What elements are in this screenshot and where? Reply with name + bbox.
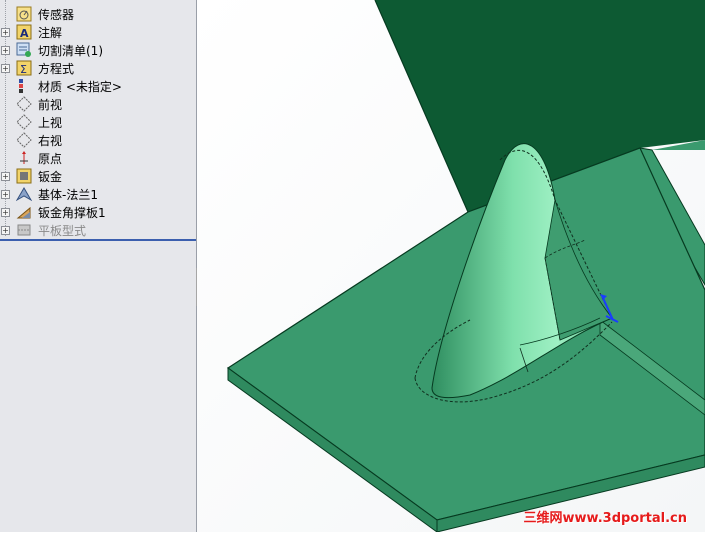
graphics-viewport[interactable] [197, 0, 705, 533]
sheetmetal-icon [16, 168, 32, 184]
tree-item-label: 平板型式 [38, 224, 87, 238]
expand-toggle-icon[interactable]: + [1, 226, 10, 235]
tree-item-label: 上视 [38, 116, 63, 130]
tree-item[interactable]: + 钣金 [0, 167, 196, 185]
tree-item[interactable]: + 基体-法兰1 [0, 185, 196, 203]
expand-toggle-icon[interactable]: + [1, 64, 10, 73]
rollback-bar[interactable] [0, 239, 196, 241]
equation-icon: Σ [16, 60, 32, 76]
tree-item-label: 方程式 [38, 62, 75, 76]
feature-manager-tree: 传感器 + A 注解 + 切割清单(1) + Σ 方程式 材质 <未指定> 前视 上视 右视 原点 + 钣金 +… [0, 0, 197, 532]
material-icon [19, 79, 23, 93]
svg-text:Σ: Σ [20, 63, 27, 76]
tree-item-label: 钣金角撑板1 [38, 206, 106, 220]
tree-item[interactable]: 原点 [0, 149, 196, 167]
tree-item[interactable]: 传感器 [0, 5, 196, 23]
expand-toggle-icon[interactable]: + [1, 190, 10, 199]
model-view [197, 0, 705, 533]
base-flange-icon [16, 187, 32, 202]
tree-item-label: 切割清单(1) [38, 44, 103, 58]
tree-item[interactable]: 上视 [0, 113, 196, 131]
sensor-icon [16, 6, 32, 22]
tree-item[interactable]: 右视 [0, 131, 196, 149]
tree-item[interactable]: + 切割清单(1) [0, 41, 196, 59]
tree-item[interactable]: + 钣金角撑板1 [0, 203, 196, 221]
expand-toggle-icon[interactable]: + [1, 46, 10, 55]
expand-toggle-icon[interactable]: + [1, 172, 10, 181]
cutlist-icon [16, 42, 31, 57]
tree-item[interactable]: 材质 <未指定> [0, 77, 196, 95]
expand-toggle-icon[interactable]: + [1, 208, 10, 217]
tree-item[interactable]: + Σ 方程式 [0, 59, 196, 77]
plane-icon [16, 114, 32, 130]
annotation-icon: A [16, 24, 32, 40]
tree-item[interactable]: + A 注解 [0, 23, 196, 41]
tree-item-label: 注解 [38, 26, 63, 40]
origin-icon [20, 151, 28, 164]
tree-item-label: 基体-法兰1 [38, 188, 98, 202]
tree-item[interactable]: + 平板型式 [0, 221, 196, 239]
plane-icon [16, 132, 32, 148]
tree-item-label: 材质 <未指定> [38, 80, 122, 94]
tree-item-label: 前视 [38, 98, 63, 112]
tree-item-label: 传感器 [38, 8, 75, 22]
flat-pattern-icon [17, 224, 31, 236]
svg-text:A: A [20, 27, 29, 40]
gusset-icon [16, 206, 31, 219]
tree-item-label: 钣金 [38, 170, 63, 184]
tree-item-label: 原点 [38, 152, 63, 166]
watermark-text: 三维网www.3dportal.cn [523, 511, 687, 526]
expand-toggle-icon[interactable]: + [1, 28, 10, 37]
tree-item-label: 右视 [38, 134, 63, 148]
plane-icon [16, 96, 32, 112]
tree-item[interactable]: 前视 [0, 95, 196, 113]
